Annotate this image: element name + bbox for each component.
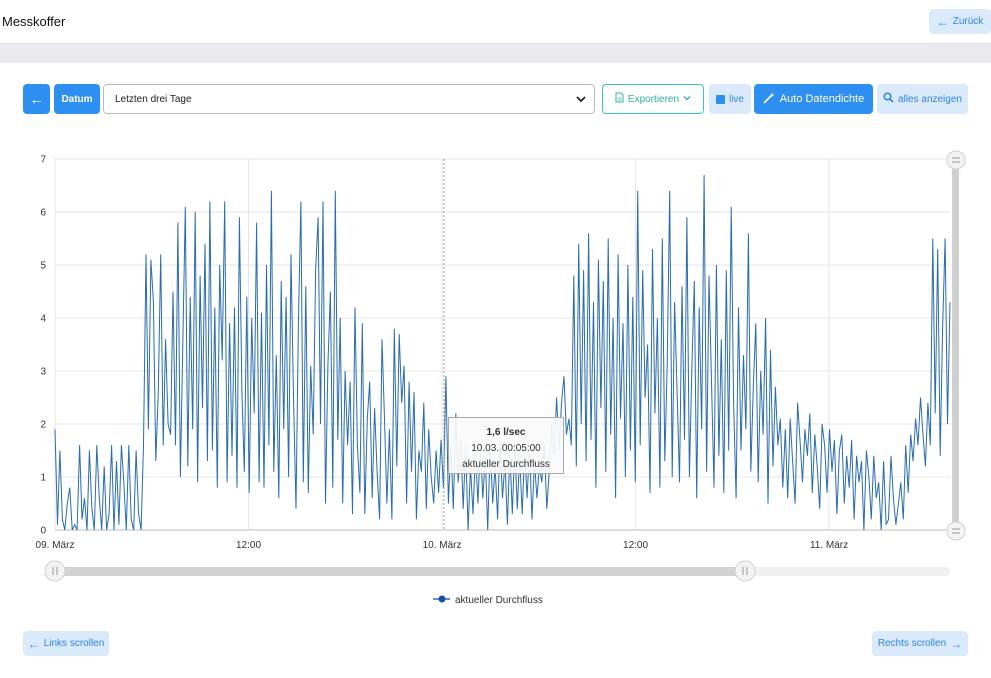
- arrow-left-icon: ←: [936, 14, 949, 29]
- y-tick-label: 7: [40, 155, 46, 166]
- arrow-right-icon: →: [950, 636, 963, 651]
- y-tick-label: 3: [40, 367, 46, 378]
- x-tick-label: 10. März: [423, 540, 462, 551]
- x-tick-label: 09. März: [36, 540, 75, 551]
- y-tick-label: 4: [40, 314, 46, 325]
- tooltip-time: 10.03. 00:05:00: [471, 443, 541, 454]
- x-tick-label: 12:00: [623, 540, 648, 551]
- header-bar: Messkoffer ← Zurück: [0, 0, 991, 44]
- y-tick-label: 5: [40, 261, 46, 272]
- back-button-label: Zurück: [952, 16, 984, 27]
- tooltip-value: 1,6 l/sec: [487, 427, 526, 438]
- y-tick-label: 6: [40, 208, 46, 219]
- x-tick-label: 11. März: [810, 540, 848, 551]
- scroll-right-label: Rechts scrollen: [877, 638, 947, 649]
- horizontal-scroll-handle-left[interactable]: [44, 560, 66, 582]
- vertical-scroll-handle-bottom[interactable]: [946, 521, 966, 541]
- legend-label: aktueller Durchfluss: [455, 595, 543, 606]
- back-button[interactable]: ← Zurück: [929, 9, 991, 34]
- y-tick-label: 0: [40, 526, 46, 537]
- chart-card: ← Datum Letzten drei Tage Exportieren li…: [0, 63, 991, 678]
- scroll-left-button[interactable]: ← Links scrollen: [23, 631, 109, 656]
- x-tick-label: 12:00: [236, 540, 261, 551]
- vertical-scroll-handle-top[interactable]: [946, 150, 966, 170]
- scroll-left-label: Links scrollen: [43, 638, 105, 649]
- y-tick-label: 1: [40, 473, 46, 484]
- vertical-scrollbar[interactable]: [952, 159, 959, 530]
- chart-tooltip: 1,6 l/sec 10.03. 00:05:00 aktueller Durc…: [448, 417, 564, 474]
- flow-chart: 0 1 2 3 4 5 6 7 09. März 12:00 10. März 12:00 11. M…: [36, 150, 966, 606]
- scroll-right-button[interactable]: Rechts scrollen →: [872, 631, 968, 656]
- legend-item[interactable]: aktueller Durchfluss: [433, 595, 543, 606]
- arrow-left-icon: ←: [27, 636, 40, 651]
- tooltip-series: aktueller Durchfluss: [462, 459, 550, 470]
- y-tick-label: 2: [40, 420, 46, 431]
- y-axis: 0 1 2 3 4 5 6 7: [40, 155, 46, 537]
- horizontal-scroll-range[interactable]: [55, 567, 745, 576]
- legend-marker-icon: [438, 595, 446, 603]
- horizontal-scroll-handle-right[interactable]: [734, 560, 756, 582]
- page-title: Messkoffer: [2, 14, 66, 29]
- x-axis: 09. März 12:00 10. März 12:00 11. März: [36, 540, 849, 551]
